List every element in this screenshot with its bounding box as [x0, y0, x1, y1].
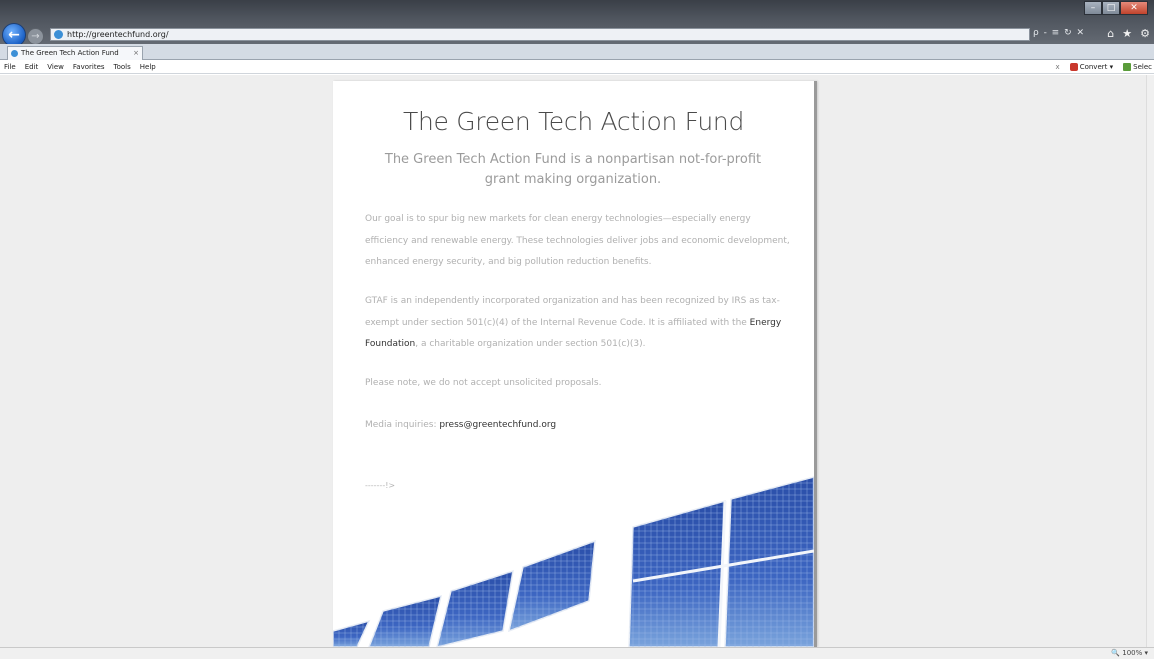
close-window-button[interactable]: ✕: [1120, 1, 1148, 15]
maximize-button[interactable]: □: [1102, 1, 1120, 15]
tab-favicon-icon: [11, 50, 18, 57]
browser-tools: ⌂ ★ ⚙: [1107, 27, 1150, 40]
select-button[interactable]: Selec: [1123, 61, 1152, 73]
home-icon[interactable]: ⌂: [1107, 27, 1114, 40]
navigation-row: ← → http://greentechfund.org/ ρ - ≡ ↻ ✕ …: [0, 23, 1154, 47]
commandbar-close-button[interactable]: x: [1056, 61, 1060, 73]
zoom-level[interactable]: 🔍 100% ▾: [1111, 649, 1148, 657]
tab-strip: The Green Tech Action Fund ×: [0, 44, 1154, 60]
menu-view[interactable]: View: [47, 61, 64, 73]
status-text-b: , a charitable organization under sectio…: [415, 339, 646, 349]
menu-edit[interactable]: Edit: [25, 61, 39, 73]
select-label: Selec: [1133, 63, 1152, 71]
forward-button[interactable]: →: [27, 28, 44, 45]
gear-icon[interactable]: ⚙: [1140, 27, 1150, 40]
vertical-scrollbar[interactable]: [1146, 75, 1154, 647]
convert-button[interactable]: Convert ▾: [1069, 61, 1114, 73]
menu-tools[interactable]: Tools: [114, 61, 131, 73]
page-viewport: The Green Tech Action Fund The Green Tec…: [0, 75, 1154, 647]
page-title: The Green Tech Action Fund: [402, 107, 745, 136]
tab-green-tech[interactable]: The Green Tech Action Fund ×: [7, 46, 143, 60]
command-bar: x Convert ▾ Selec: [1056, 61, 1152, 73]
address-url: http://greentechfund.org/: [67, 30, 169, 39]
tab-close-icon[interactable]: ×: [133, 47, 139, 59]
zoom-value: 100%: [1122, 649, 1143, 657]
convert-label: Convert: [1079, 63, 1108, 71]
page-subtitle: The Green Tech Action Fund is a nonparti…: [384, 152, 762, 187]
chevron-down-icon: ▾: [1109, 63, 1114, 71]
page-favicon-icon: [54, 30, 63, 39]
minimize-button[interactable]: –: [1084, 1, 1102, 15]
proposals-note: Please note, we do not accept unsolicite…: [365, 378, 602, 388]
select-icon: [1123, 63, 1132, 71]
media-label: Media inquiries:: [365, 420, 440, 430]
menu-bar: File Edit View Favorites Tools Help x Co…: [0, 61, 1154, 74]
window-controls: – □ ✕: [1084, 1, 1148, 17]
menu-file[interactable]: File: [4, 61, 16, 73]
status-bar: 🔍 100% ▾: [0, 647, 1154, 659]
media-inquiries: Media inquiries: press@greentechfund.org: [365, 415, 795, 437]
goal-paragraph: Our goal is to spur big new markets for …: [365, 214, 790, 267]
browser-titlebar: – □ ✕ ← → http://greentechfund.org/ ρ - …: [0, 0, 1154, 47]
menu-help[interactable]: Help: [140, 61, 156, 73]
status-text-a: GTAF is an independently incorporated or…: [365, 296, 780, 328]
menu-items: File Edit View Favorites Tools Help: [4, 61, 156, 73]
menu-favorites[interactable]: Favorites: [73, 61, 105, 73]
status-paragraph: GTAF is an independently incorporated or…: [365, 291, 795, 356]
content-card: The Green Tech Action Fund The Green Tec…: [333, 81, 817, 647]
address-bar[interactable]: http://greentechfund.org/: [50, 28, 1030, 41]
star-icon[interactable]: ★: [1122, 27, 1132, 40]
press-email-link[interactable]: press@greentechfund.org: [439, 420, 556, 430]
address-tools[interactable]: ρ - ≡ ↻ ✕: [1033, 28, 1085, 38]
solar-panels-image: [333, 476, 814, 647]
tab-title: The Green Tech Action Fund: [21, 49, 119, 57]
pdf-convert-icon: [1069, 63, 1078, 71]
